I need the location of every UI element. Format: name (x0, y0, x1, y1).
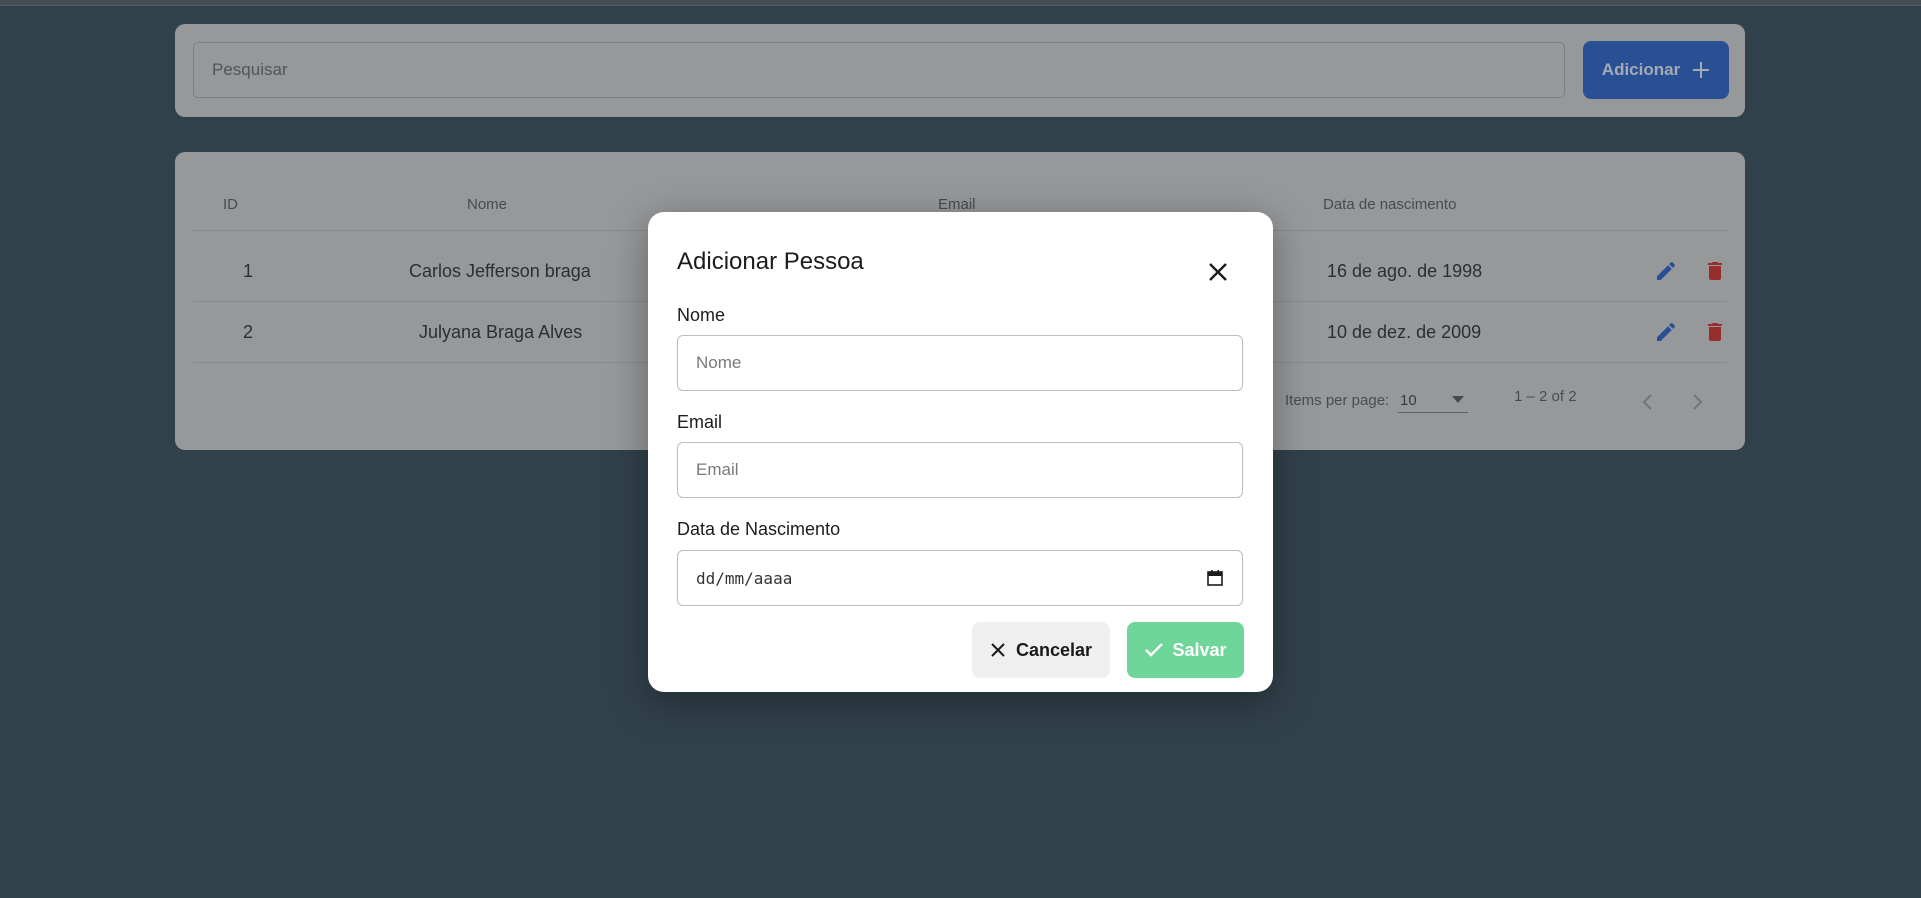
cancel-button[interactable]: Cancelar (972, 622, 1110, 678)
add-person-dialog: Adicionar Pessoa Nome Email Data de Nasc… (648, 212, 1273, 692)
save-button-label: Salvar (1172, 639, 1227, 660)
nome-field[interactable] (677, 335, 1243, 391)
calendar-icon[interactable] (1206, 569, 1224, 587)
cancel-button-label: Cancelar (1015, 639, 1093, 660)
date-placeholder: dd/mm/aaaa (696, 569, 793, 588)
email-label: Email (677, 412, 723, 432)
save-button[interactable]: Salvar (1127, 622, 1244, 678)
check-icon (1145, 643, 1164, 657)
dialog-title: Adicionar Pessoa (677, 248, 864, 275)
email-field[interactable] (677, 442, 1243, 498)
date-of-birth-field[interactable]: dd/mm/aaaa (677, 550, 1243, 606)
nome-label: Nome (677, 305, 726, 325)
close-icon (991, 643, 1005, 657)
nascimento-label: Data de Nascimento (677, 519, 841, 539)
close-icon[interactable] (1204, 258, 1232, 286)
